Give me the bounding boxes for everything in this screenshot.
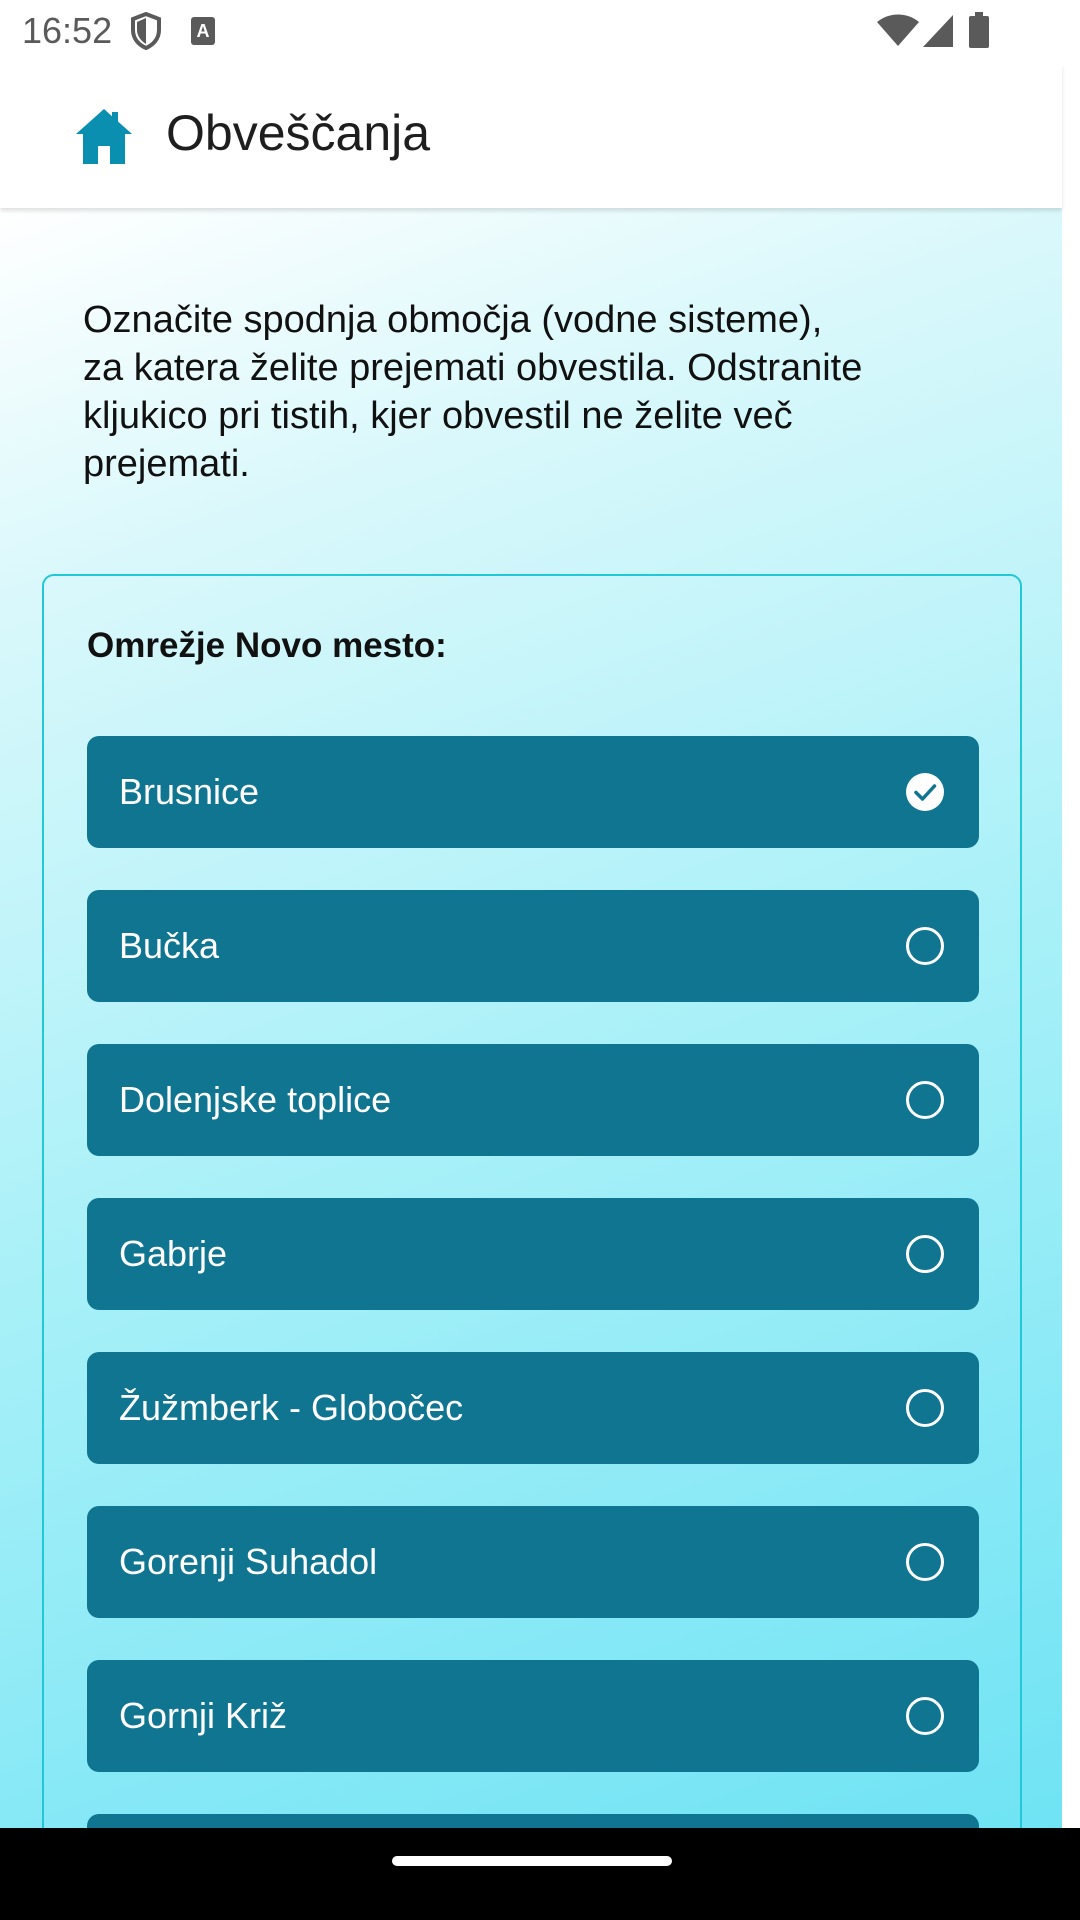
unchecked-circle-icon[interactable] bbox=[905, 1542, 945, 1582]
wifi-icon bbox=[877, 14, 919, 46]
battery-icon bbox=[969, 12, 989, 48]
network-card: Omrežje Novo mesto: Brusnice Bučka Dolen… bbox=[42, 574, 1022, 1828]
page-title: Obveščanja bbox=[166, 105, 431, 161]
option-item[interactable]: Gornji Križ bbox=[87, 1660, 979, 1772]
shield-icon bbox=[131, 12, 161, 50]
checked-circle-icon[interactable] bbox=[905, 772, 945, 812]
home-gesture-handle[interactable] bbox=[392, 1856, 672, 1866]
svg-text:A: A bbox=[197, 21, 210, 41]
option-item[interactable]: Gabrje bbox=[87, 1198, 979, 1310]
status-bar: 16:52 A bbox=[0, 0, 1080, 64]
status-time: 16:52 bbox=[22, 10, 113, 51]
unchecked-circle-icon[interactable] bbox=[905, 926, 945, 966]
intro-text: Označite spodnja območja (vodne sisteme)… bbox=[83, 299, 863, 485]
option-label: Dolenjske toplice bbox=[119, 1079, 392, 1120]
option-label: Gornji Križ bbox=[119, 1695, 288, 1736]
option-item[interactable]: Bučka bbox=[87, 890, 979, 1002]
unchecked-circle-icon[interactable] bbox=[905, 1696, 945, 1736]
option-label: Gorenji Suhadol bbox=[119, 1541, 378, 1582]
option-label: Brusnice bbox=[119, 771, 260, 812]
network-title: Omrežje Novo mesto: bbox=[87, 626, 447, 665]
option-item[interactable]: Žužmberk - Globočec bbox=[87, 1352, 979, 1464]
navigation-bar bbox=[0, 1828, 1080, 1920]
unchecked-circle-icon[interactable] bbox=[905, 1080, 945, 1120]
app-bar: Obveščanja bbox=[0, 64, 1062, 208]
signal-icon bbox=[923, 15, 953, 47]
option-label: Gabrje bbox=[119, 1233, 228, 1274]
option-item[interactable]: Gorenji Suhadol bbox=[87, 1506, 979, 1618]
content-area: Označite spodnja območja (vodne sisteme)… bbox=[0, 208, 1062, 1828]
unchecked-circle-icon[interactable] bbox=[905, 1388, 945, 1428]
option-item[interactable]: Brusnice bbox=[87, 736, 979, 848]
option-item[interactable] bbox=[87, 1814, 979, 1828]
option-label: Žužmberk - Globočec bbox=[119, 1387, 464, 1428]
option-label: Bučka bbox=[119, 925, 220, 966]
font-a-icon: A bbox=[191, 17, 215, 45]
home-icon[interactable] bbox=[74, 106, 134, 166]
option-item[interactable]: Dolenjske toplice bbox=[87, 1044, 979, 1156]
unchecked-circle-icon[interactable] bbox=[905, 1234, 945, 1274]
